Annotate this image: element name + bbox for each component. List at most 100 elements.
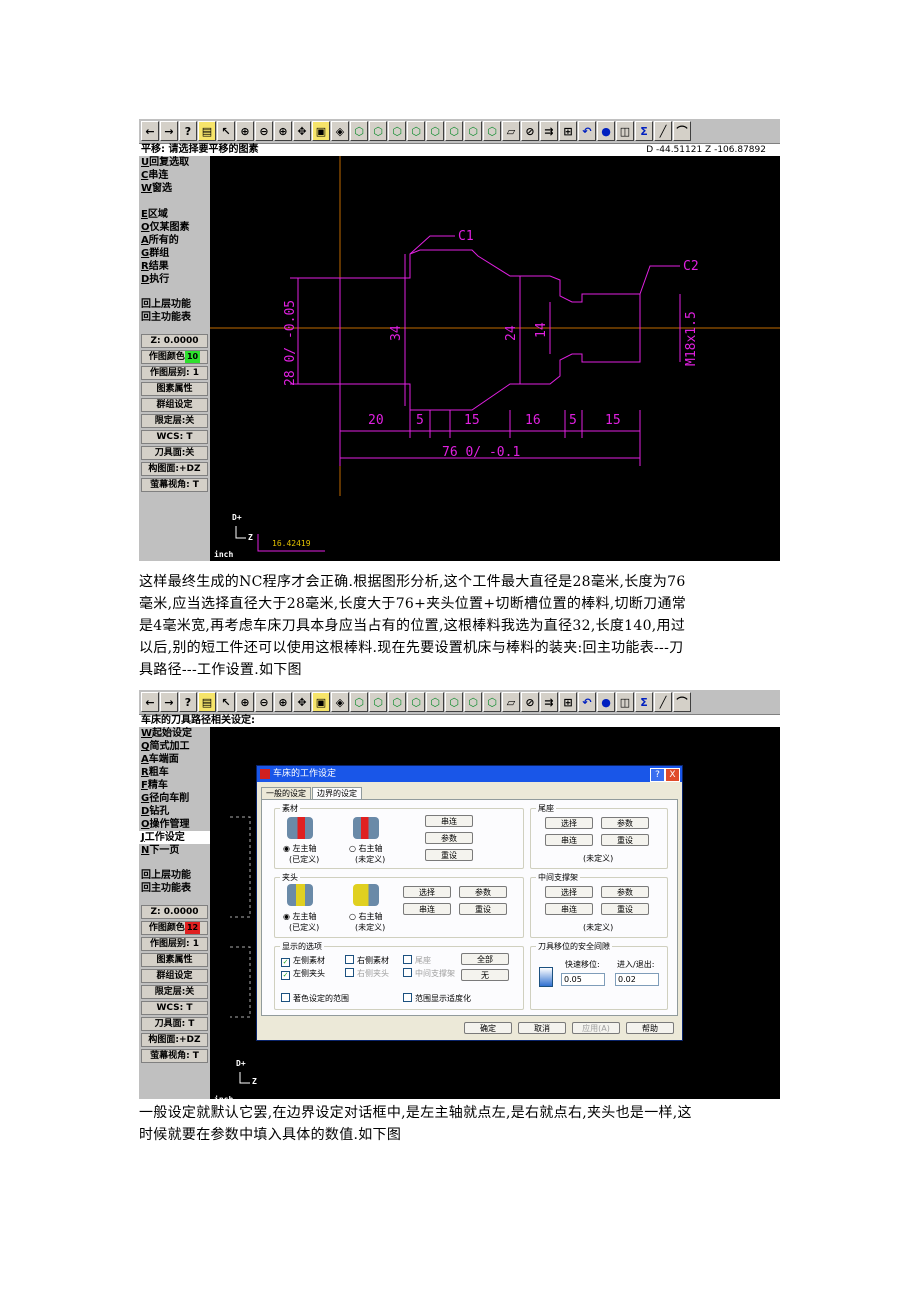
- sigma-icon[interactable]: Σ: [635, 692, 653, 712]
- right-chuck-checkbox[interactable]: 右侧夹头: [345, 968, 389, 979]
- zoom-window-icon[interactable]: ⊕: [236, 692, 254, 712]
- view-cube-icon-2[interactable]: ⬡: [369, 692, 387, 712]
- arc-icon[interactable]: ⌒: [673, 121, 691, 141]
- chuck-chain-button[interactable]: 串连: [403, 903, 451, 915]
- steady-params-button[interactable]: 参数: [601, 886, 649, 898]
- drawing-canvas[interactable]: D+ Z inch 车床的工作设定 ? X 一般的设定 边界的设定 素材: [210, 727, 780, 1099]
- status-item[interactable]: 作图颜色 12: [141, 921, 208, 935]
- shade-icon[interactable]: ◈: [331, 121, 349, 141]
- pan-icon[interactable]: ✥: [293, 692, 311, 712]
- menu-item[interactable]: U回复选取: [139, 156, 210, 169]
- left-chuck-radio[interactable]: ◉ 左主轴: [283, 911, 317, 922]
- stock-reset-button[interactable]: 重设: [425, 849, 473, 861]
- no-entry-icon[interactable]: ⊘: [521, 121, 539, 141]
- left-stock-checkbox[interactable]: ✓ 左侧素材: [281, 955, 325, 967]
- zoom-out-icon[interactable]: ⊖: [255, 692, 273, 712]
- status-item[interactable]: Z: 0.0000: [141, 905, 208, 919]
- menu-back-up[interactable]: 回上层功能: [139, 298, 210, 311]
- group-icon[interactable]: ⊞: [559, 121, 577, 141]
- all-button[interactable]: 全部: [461, 953, 509, 965]
- menu-item[interactable]: R粗车: [139, 766, 210, 779]
- cancel-button[interactable]: 取消: [518, 1022, 566, 1034]
- status-item[interactable]: 限定层:关: [141, 414, 208, 428]
- menu-item[interactable]: A所有的: [139, 234, 210, 247]
- view-cube-icon-3[interactable]: ⬡: [388, 692, 406, 712]
- menu-item[interactable]: N下一页: [139, 844, 210, 857]
- menu-item[interactable]: W起始设定: [139, 727, 210, 740]
- status-item[interactable]: 图素属性: [141, 382, 208, 396]
- tailstock-params-button[interactable]: 参数: [601, 817, 649, 829]
- menu-item[interactable]: E区域: [139, 208, 210, 221]
- status-item[interactable]: 群组设定: [141, 969, 208, 983]
- select-icon[interactable]: ▣: [312, 121, 330, 141]
- view-cube-icon-2[interactable]: ⬡: [369, 121, 387, 141]
- tailstock-chain-button[interactable]: 串连: [545, 834, 593, 846]
- menu-item[interactable]: D执行: [139, 273, 210, 286]
- arrow-left-icon[interactable]: ←: [141, 692, 159, 712]
- menu-item[interactable]: R结果: [139, 260, 210, 273]
- status-item[interactable]: WCS: T: [141, 1001, 208, 1015]
- status-item[interactable]: 作图层别: 1: [141, 937, 208, 951]
- right-chuck-icon[interactable]: [353, 884, 379, 906]
- chuck-select-button[interactable]: 选择: [403, 886, 451, 898]
- none-button[interactable]: 无: [461, 969, 509, 981]
- view-cube-icon-8[interactable]: ⬡: [483, 692, 501, 712]
- sigma-icon[interactable]: Σ: [635, 121, 653, 141]
- steady-reset-button[interactable]: 重设: [601, 903, 649, 915]
- zoom-in-icon[interactable]: ⊕: [274, 692, 292, 712]
- sphere-icon[interactable]: ●: [597, 121, 615, 141]
- steady-select-button[interactable]: 选择: [545, 886, 593, 898]
- view-cube-icon-7[interactable]: ⬡: [464, 692, 482, 712]
- view-cube-icon-4[interactable]: ⬡: [407, 121, 425, 141]
- zoom-window-icon[interactable]: ⊕: [236, 121, 254, 141]
- menu-item[interactable]: G群组: [139, 247, 210, 260]
- stock-chain-button[interactable]: 串连: [425, 815, 473, 827]
- steady-rest-checkbox[interactable]: 中间支撑架: [403, 968, 455, 979]
- status-item[interactable]: 作图层别: 1: [141, 366, 208, 380]
- steady-chain-button[interactable]: 串连: [545, 903, 593, 915]
- view-cube-icon-8[interactable]: ⬡: [483, 121, 501, 141]
- layers-icon[interactable]: ◫: [616, 692, 634, 712]
- view-cube-icon-1[interactable]: ⬡: [350, 121, 368, 141]
- query-icon[interactable]: ↖: [217, 121, 235, 141]
- chuck-reset-button[interactable]: 重设: [459, 903, 507, 915]
- shade-icon[interactable]: ◈: [331, 692, 349, 712]
- status-item[interactable]: 限定层:关: [141, 985, 208, 999]
- status-item[interactable]: 刀具面:关: [141, 446, 208, 460]
- shade-range-checkbox[interactable]: 著色设定的范围: [281, 993, 349, 1004]
- zoom-in-icon[interactable]: ⊕: [274, 121, 292, 141]
- chuck-params-button[interactable]: 参数: [459, 886, 507, 898]
- status-item[interactable]: 群组设定: [141, 398, 208, 412]
- menu-item[interactable]: C串连: [139, 169, 210, 182]
- menu-item[interactable]: A车端面: [139, 753, 210, 766]
- layers-icon[interactable]: ◫: [616, 121, 634, 141]
- view-cube-icon-6[interactable]: ⬡: [445, 692, 463, 712]
- menu-item[interactable]: J工作设定: [139, 831, 210, 844]
- transform-icon[interactable]: ⇉: [540, 121, 558, 141]
- status-item[interactable]: 构图面:+DZ: [141, 462, 208, 476]
- stock-params-button[interactable]: 参数: [425, 832, 473, 844]
- tailstock-checkbox[interactable]: 尾座: [403, 955, 431, 966]
- view-cube-icon-7[interactable]: ⬡: [464, 121, 482, 141]
- menu-main[interactable]: 回主功能表: [139, 311, 210, 324]
- line-icon[interactable]: ╱: [654, 692, 672, 712]
- left-spindle-stock-icon[interactable]: [287, 817, 313, 839]
- status-item[interactable]: 刀具面: T: [141, 1017, 208, 1031]
- select-icon[interactable]: ▣: [312, 692, 330, 712]
- left-chuck-icon[interactable]: [287, 884, 313, 906]
- menu-item[interactable]: F精车: [139, 779, 210, 792]
- help-icon[interactable]: ?: [650, 768, 665, 782]
- left-chuck-checkbox[interactable]: ✓ 左侧夹头: [281, 968, 325, 980]
- menu-item[interactable]: D钻孔: [139, 805, 210, 818]
- arc-icon[interactable]: ⌒: [673, 692, 691, 712]
- menu-item[interactable]: Q简式加工: [139, 740, 210, 753]
- close-icon[interactable]: X: [665, 768, 680, 782]
- view-cube-icon-6[interactable]: ⬡: [445, 121, 463, 141]
- view-cube-icon-1[interactable]: ⬡: [350, 692, 368, 712]
- eraser-icon[interactable]: ▱: [502, 121, 520, 141]
- menu-main[interactable]: 回主功能表: [139, 882, 210, 895]
- menu-item[interactable]: G径向车削: [139, 792, 210, 805]
- menu-back-up[interactable]: 回上层功能: [139, 869, 210, 882]
- transform-icon[interactable]: ⇉: [540, 692, 558, 712]
- menu-item[interactable]: O操作管理: [139, 818, 210, 831]
